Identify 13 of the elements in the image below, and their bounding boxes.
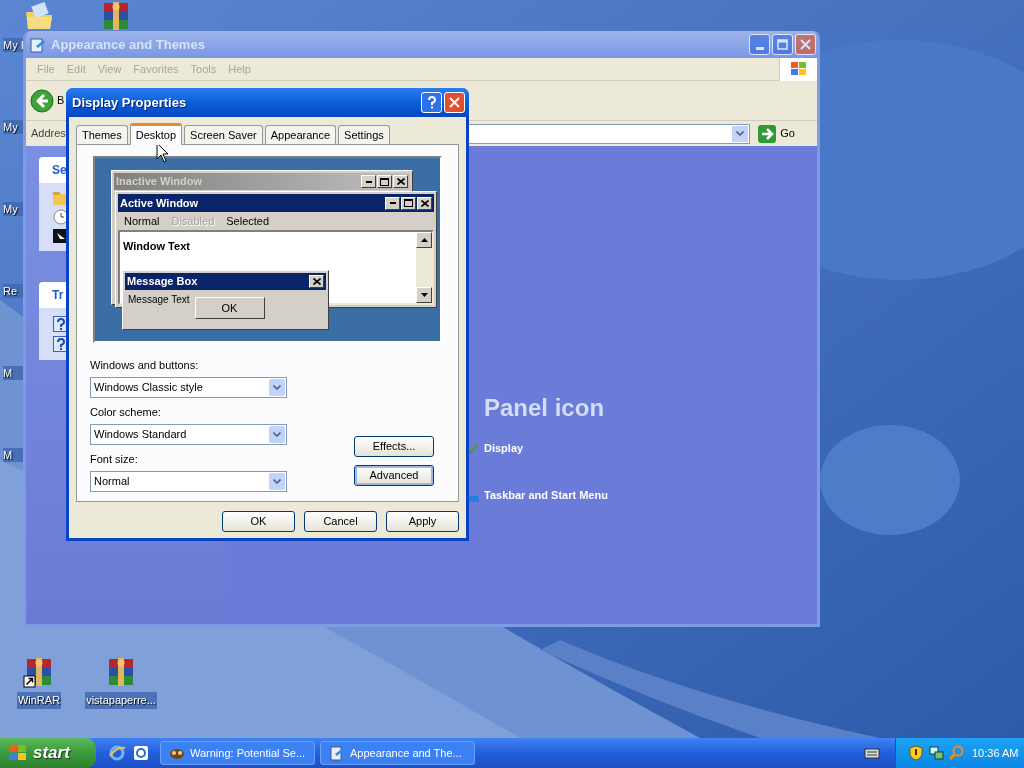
window-title: Message Box [127, 274, 198, 290]
address-label: Addres [31, 126, 66, 142]
message-text: Message Text [128, 293, 190, 307]
section-heading: Panel icon [484, 394, 606, 422]
dialog-title: Display Properties [72, 93, 187, 112]
clock: 10:36 AM [972, 745, 1019, 761]
field-label: Windows and buttons: [90, 359, 200, 372]
window-text: Window Text [123, 240, 190, 252]
field-label: Color scheme: [90, 406, 162, 419]
window-title: Appearance and Themes [51, 35, 205, 54]
window-title: Inactive Window [116, 174, 203, 190]
field-label: Font size: [90, 453, 139, 466]
window-title: Active Window [120, 195, 199, 211]
